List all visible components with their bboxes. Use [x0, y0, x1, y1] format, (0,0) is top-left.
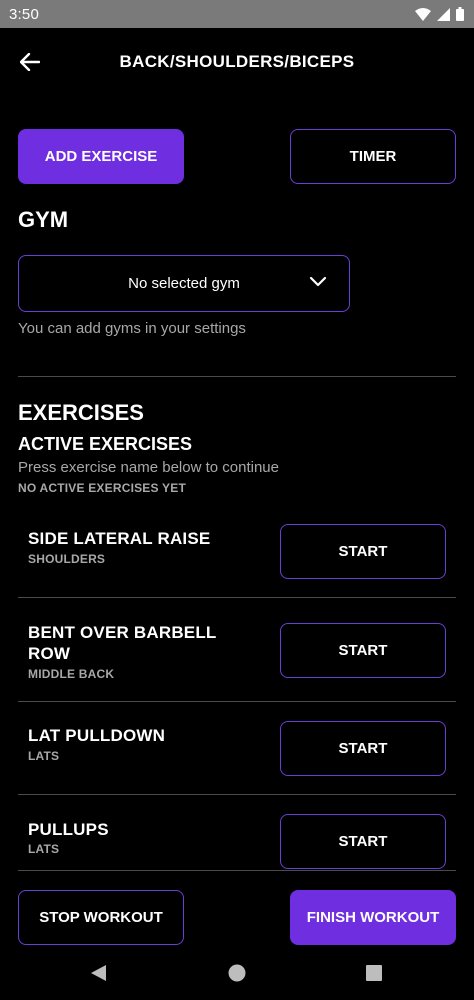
status-bar: 3:50: [0, 0, 474, 28]
stop-workout-button[interactable]: STOP WORKOUT: [18, 890, 184, 945]
gym-select[interactable]: No selected gym: [18, 255, 350, 312]
battery-icon: [456, 7, 464, 21]
exercise-name[interactable]: SIDE LATERAL RAISE: [28, 528, 258, 549]
exercise-muscle: MIDDLE BACK: [28, 667, 115, 681]
divider: [18, 597, 456, 598]
exercise-muscle: SHOULDERS: [28, 552, 106, 566]
exercise-name[interactable]: PULLUPS: [28, 819, 258, 840]
divider: [18, 794, 456, 795]
start-button[interactable]: START: [280, 814, 446, 869]
nav-home-icon[interactable]: [228, 964, 246, 982]
active-exercises-heading: ACTIVE EXERCISES: [18, 434, 193, 454]
chevron-down-icon: [309, 276, 327, 287]
page-title: BACK/SHOULDERS/BICEPS: [119, 52, 355, 71]
start-button[interactable]: START: [280, 524, 446, 579]
exercise-muscle: LATS: [28, 749, 60, 763]
wifi-icon: [415, 7, 431, 21]
exercise-name[interactable]: LAT PULLDOWN: [28, 725, 258, 746]
divider: [18, 870, 456, 871]
start-button[interactable]: START: [280, 623, 446, 678]
system-nav-bar: [0, 946, 474, 1000]
nav-recents-icon[interactable]: [366, 965, 382, 981]
timer-button[interactable]: TIMER: [290, 129, 456, 184]
active-exercises-hint: Press exercise name below to continue: [18, 459, 279, 476]
nav-back-icon[interactable]: [90, 964, 107, 982]
start-button[interactable]: START: [280, 721, 446, 776]
app-bar: BACK/SHOULDERS/BICEPS: [0, 28, 474, 94]
gym-heading: GYM: [18, 207, 69, 232]
add-exercise-button[interactable]: ADD EXERCISE: [18, 129, 184, 184]
divider: [18, 701, 456, 702]
divider: [18, 376, 456, 377]
status-icons: [415, 7, 464, 21]
finish-workout-button[interactable]: FINISH WORKOUT: [290, 890, 456, 945]
active-exercises-empty: NO ACTIVE EXERCISES YET: [18, 481, 186, 495]
exercise-muscle: LATS: [28, 842, 60, 856]
gym-select-value: No selected gym: [128, 275, 240, 292]
exercises-heading: EXERCISES: [18, 400, 144, 425]
exercise-name[interactable]: BENT OVER BARBELL ROW: [28, 622, 258, 664]
signal-icon: [437, 7, 450, 21]
gym-hint: You can add gyms in your settings: [18, 320, 246, 337]
status-time: 3:50: [9, 5, 39, 23]
